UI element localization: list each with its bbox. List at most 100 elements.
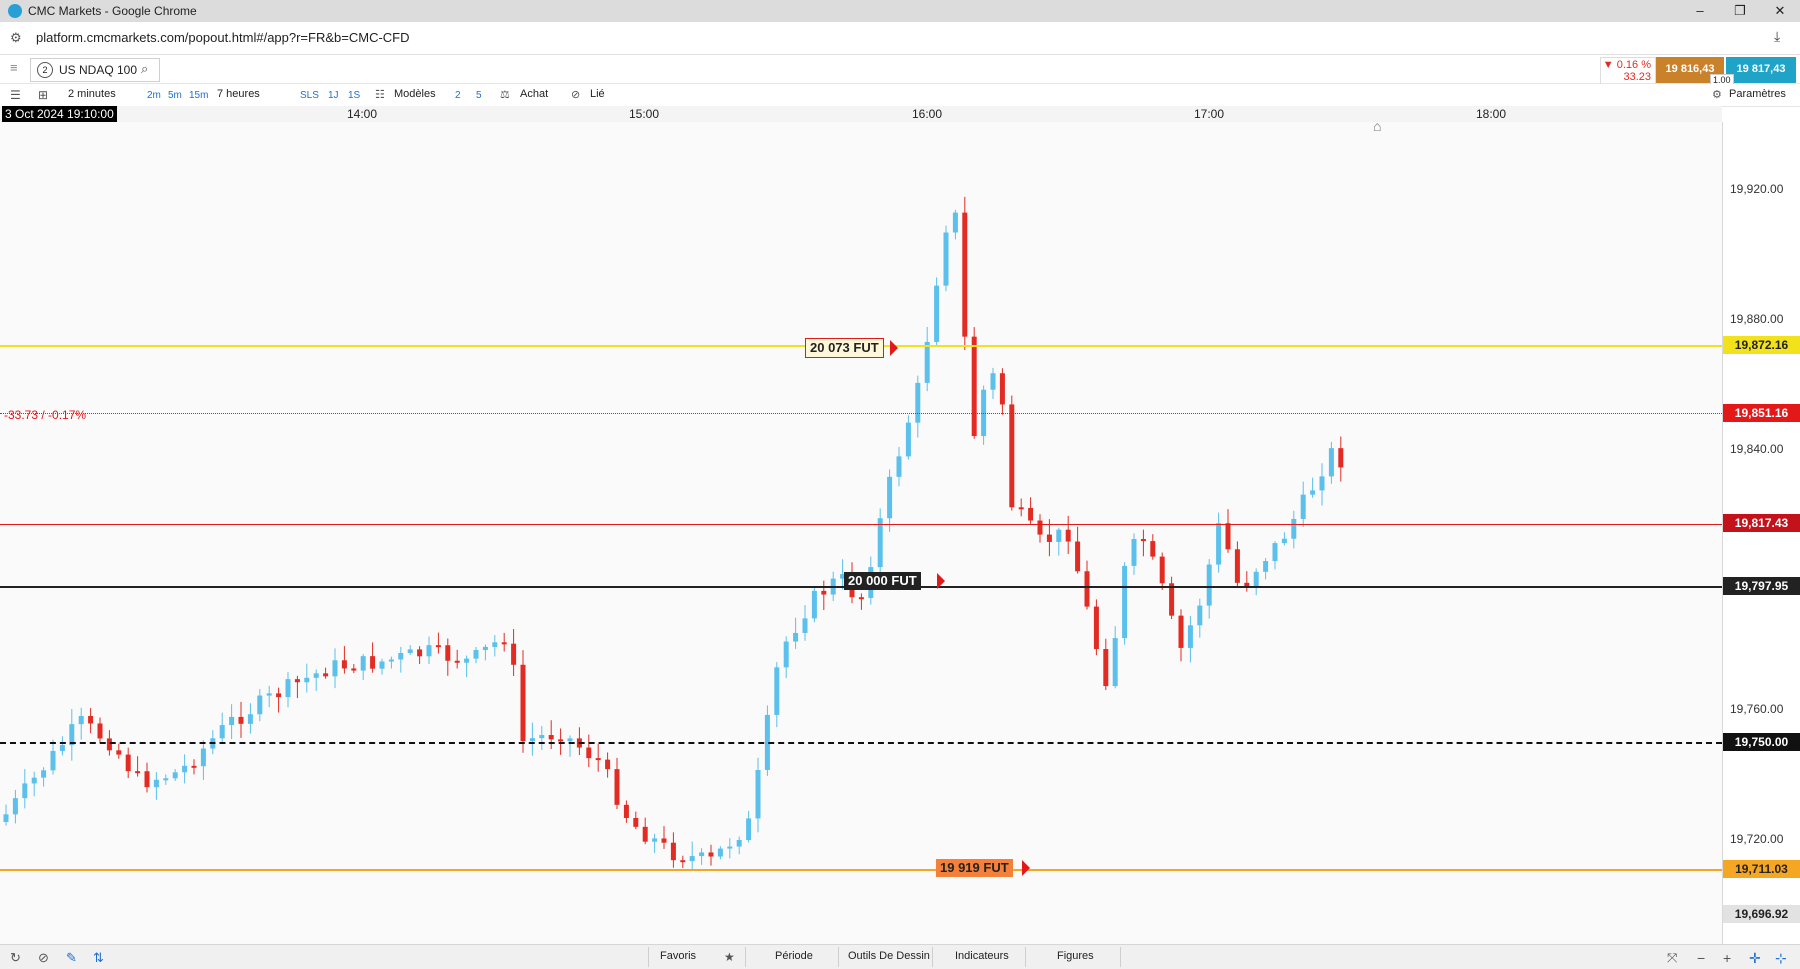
candle-body: [943, 232, 949, 286]
current-price-line: [0, 524, 1722, 525]
candle-body: [351, 668, 357, 671]
candle-body: [905, 422, 911, 457]
candle-body: [746, 818, 752, 841]
candle-body: [990, 373, 996, 390]
candle-body: [445, 645, 451, 661]
price-axis[interactable]: [1723, 122, 1800, 944]
linked-toggle[interactable]: Lié: [590, 88, 605, 100]
divider: [932, 947, 933, 967]
tab-drawing-tools[interactable]: Outils De Dessin: [848, 950, 930, 962]
range-select[interactable]: 7 heures: [217, 88, 260, 100]
price-tick: 19,760.00: [1730, 702, 1784, 716]
candle-body: [783, 641, 789, 668]
fut-label: 20 073 FUT: [810, 340, 879, 355]
swap-icon[interactable]: ⇅: [93, 950, 104, 966]
divider: [648, 947, 649, 967]
candle-body: [1263, 561, 1269, 572]
candle-body: [605, 759, 611, 770]
templates-button[interactable]: Modèles: [394, 88, 436, 100]
candle-body: [952, 212, 958, 233]
tab-figures[interactable]: Figures: [1057, 950, 1094, 962]
change-box: ▼ 0.16 % 33.23: [1600, 57, 1656, 85]
instrument-name: US NDAQ 100: [59, 63, 138, 77]
price-tick: 19,840.00: [1730, 442, 1784, 456]
candle-body: [1009, 404, 1015, 508]
candle-body: [1075, 541, 1081, 572]
minimize-icon[interactable]: –: [1680, 0, 1720, 22]
instrument-search[interactable]: 2 US NDAQ 100 ⌕: [30, 58, 160, 82]
price-tick: 19,880.00: [1730, 312, 1784, 326]
candle-body: [736, 840, 742, 847]
candle-body: [106, 738, 112, 751]
candle-body: [97, 723, 103, 739]
buy-toggle[interactable]: Achat: [520, 88, 548, 100]
candle-body: [877, 518, 883, 568]
refresh-icon[interactable]: ↻: [10, 950, 21, 966]
app-icon: [8, 4, 22, 18]
pencil-icon[interactable]: ✎: [66, 950, 77, 966]
candle-body: [887, 476, 893, 519]
candle-body: [999, 373, 1005, 405]
zoom-out-icon[interactable]: −: [1697, 950, 1705, 966]
candle-body: [1291, 518, 1297, 539]
instrument-badge: 2: [37, 62, 53, 78]
layout-icon[interactable]: ⊞: [38, 88, 48, 102]
chart-area[interactable]: [0, 122, 1723, 944]
candle-body: [1112, 638, 1118, 687]
reset-zoom-icon[interactable]: ⤧: [1667, 950, 1677, 966]
one-day-button[interactable]: 1J: [328, 90, 339, 101]
candle-body: [633, 817, 639, 827]
candle-body: [116, 750, 122, 755]
candle-body: [567, 738, 573, 742]
interval-select[interactable]: 2 minutes: [68, 88, 116, 100]
candle-body: [341, 660, 347, 669]
hide-icon[interactable]: ⊘: [38, 950, 49, 966]
star-icon[interactable]: ★: [724, 950, 735, 964]
candle-body: [172, 772, 178, 779]
restore-icon[interactable]: ❐: [1720, 0, 1760, 22]
candle-body: [238, 716, 244, 724]
fit-icon[interactable]: ⊹: [1775, 950, 1787, 967]
scroll-home-icon[interactable]: ⌂: [1373, 118, 1381, 134]
list-icon[interactable]: ☰: [10, 88, 21, 102]
interval-15m[interactable]: 15m: [189, 90, 208, 101]
search-icon[interactable]: ⌕: [141, 61, 148, 77]
candle-body: [1150, 541, 1156, 557]
tab-period[interactable]: Période: [775, 950, 813, 962]
tab-indicators[interactable]: Indicateurs: [955, 950, 1009, 962]
candle-body: [680, 860, 686, 863]
option-2[interactable]: 2: [455, 90, 461, 101]
candle-body: [661, 838, 667, 843]
fut-tag-19919[interactable]: 19 919 FUT: [936, 859, 1013, 877]
candle-body: [398, 652, 404, 660]
candle-body: [1140, 539, 1146, 542]
candle-body: [1056, 529, 1062, 542]
candle-body: [323, 673, 329, 677]
fut-label: 19 919 FUT: [940, 860, 1009, 875]
candle-body: [1338, 448, 1344, 468]
divider: [1120, 947, 1121, 967]
sls-button[interactable]: SLS: [300, 90, 319, 101]
fut-tag-20000[interactable]: 20 000 FUT: [844, 572, 921, 590]
interval-5m[interactable]: 5m: [168, 90, 182, 101]
menu-icon[interactable]: ≡: [10, 60, 18, 75]
interval-2m[interactable]: 2m: [147, 90, 161, 101]
candle-body: [153, 779, 159, 788]
site-info-icon[interactable]: ⚙: [10, 30, 22, 46]
buy-button[interactable]: 19 817,43: [1726, 57, 1796, 83]
fut-arrow-icon: [937, 573, 945, 589]
download-icon[interactable]: ⤓: [1774, 28, 1780, 45]
candle-body: [257, 695, 263, 715]
url-field[interactable]: platform.cmcmarkets.com/popout.html#/app…: [36, 30, 410, 45]
candle-body: [41, 770, 47, 778]
crosshair-icon[interactable]: ✛: [1749, 950, 1761, 967]
settings-button[interactable]: Paramètres: [1729, 88, 1786, 100]
zoom-in-icon[interactable]: +: [1723, 950, 1731, 966]
candle-body: [379, 661, 385, 669]
tab-favorites[interactable]: Favoris: [660, 950, 696, 962]
one-sec-button[interactable]: 1S: [348, 90, 360, 101]
option-5[interactable]: 5: [476, 90, 482, 101]
close-icon[interactable]: ✕: [1760, 0, 1800, 22]
fut-tag-20073[interactable]: 20 073 FUT: [805, 338, 884, 358]
candle-body: [1093, 606, 1099, 650]
